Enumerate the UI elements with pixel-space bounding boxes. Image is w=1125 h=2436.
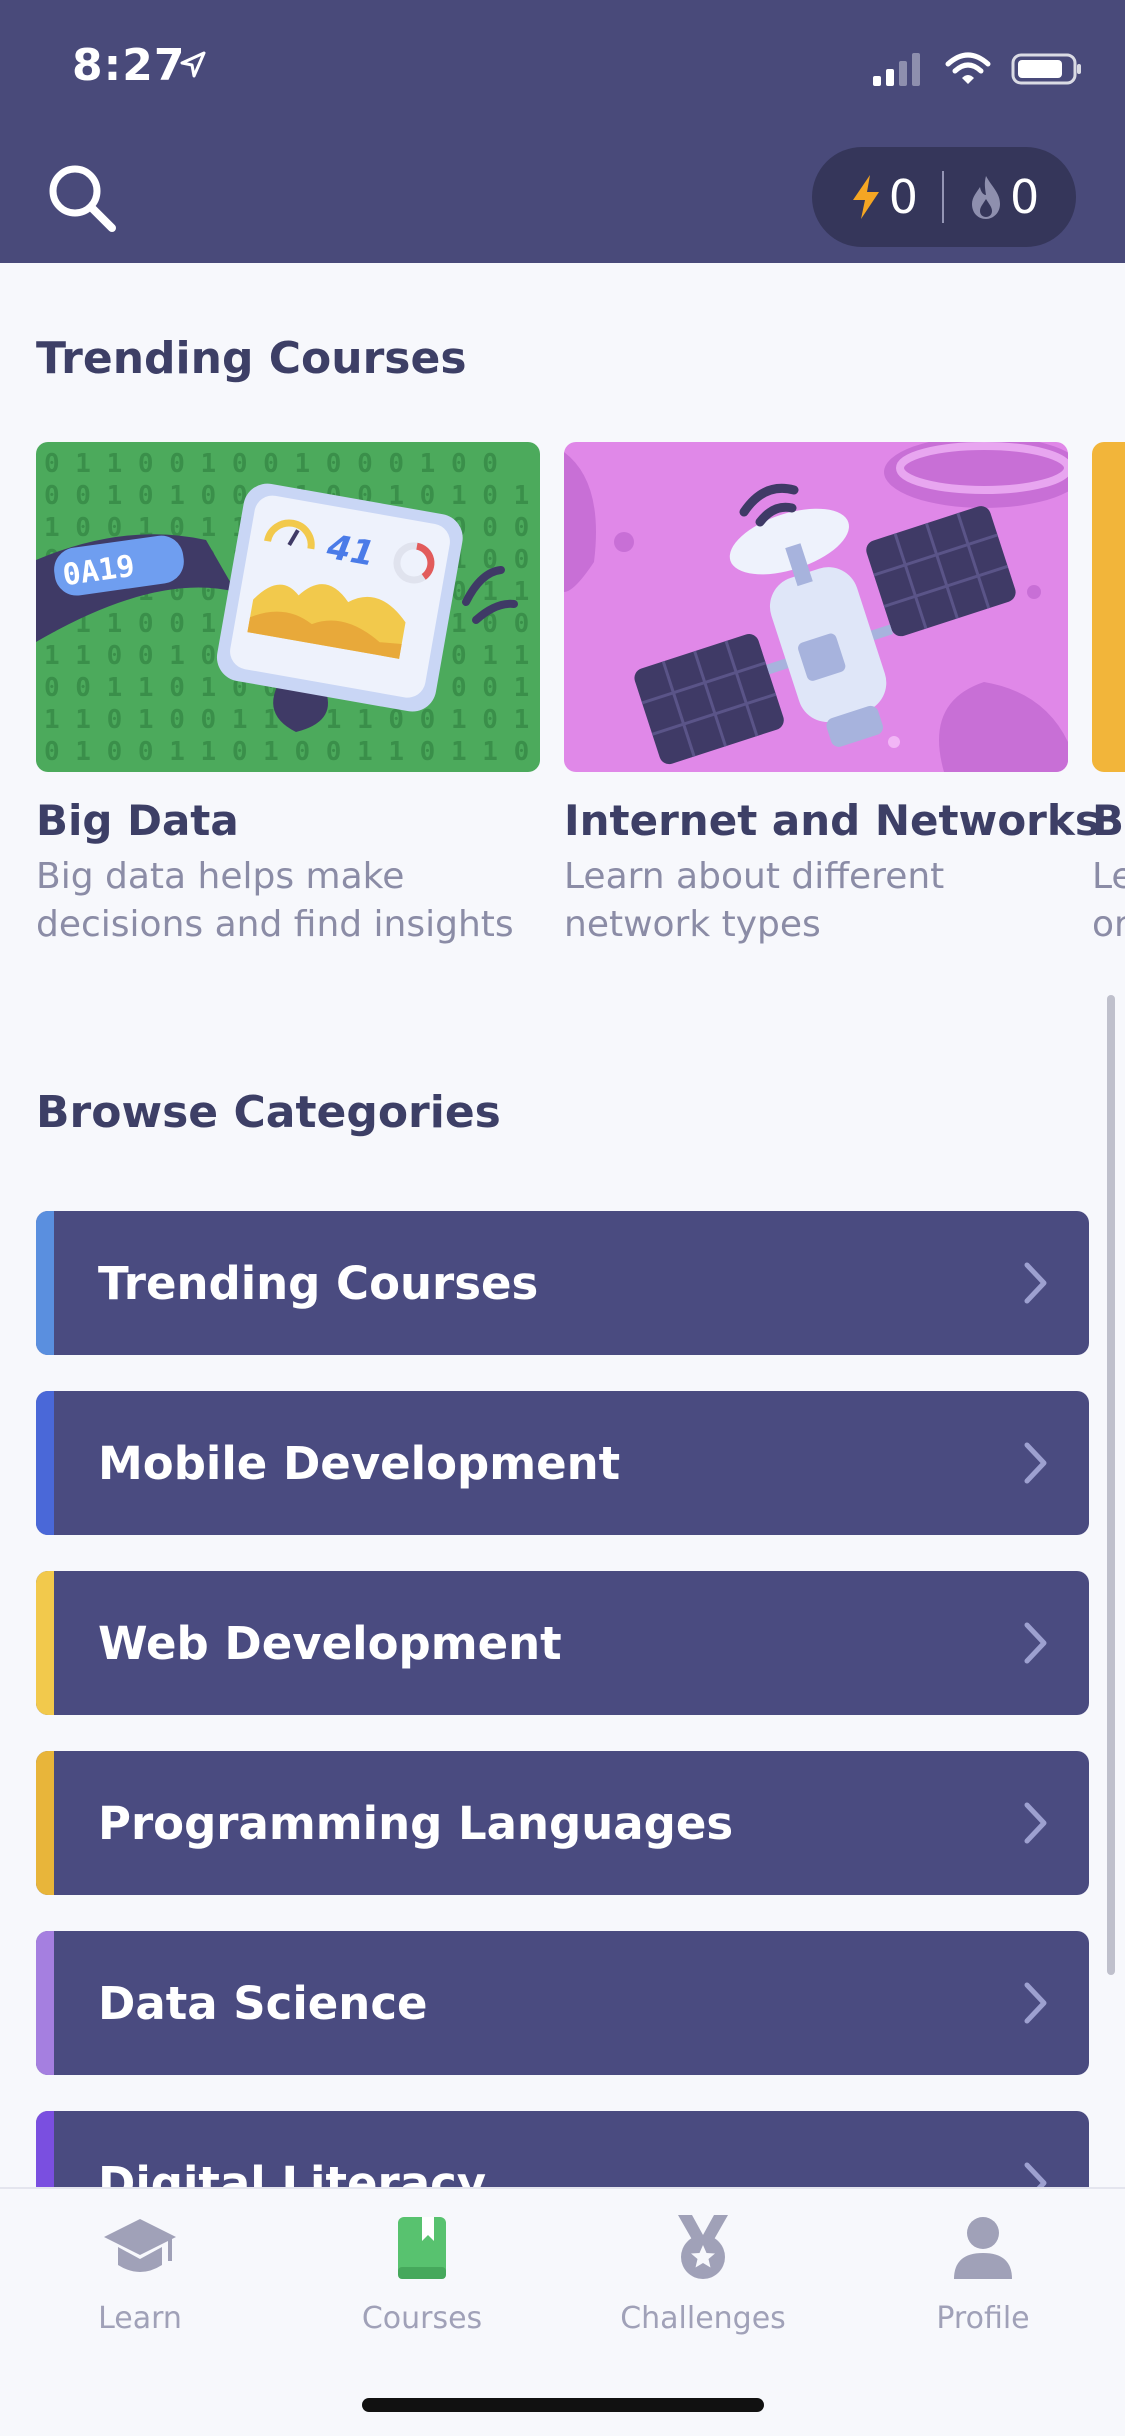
category-trending-courses[interactable]: Trending Courses <box>36 1211 1089 1355</box>
category-accent <box>36 1571 54 1715</box>
stats-divider <box>942 171 944 223</box>
chevron-right-icon <box>1024 1262 1047 1304</box>
lightning-icon <box>852 175 879 219</box>
chevron-right-icon <box>1024 1442 1047 1484</box>
course-title: Br <box>1092 796 1125 845</box>
streak-count: 0 <box>1010 170 1040 224</box>
scrollbar[interactable] <box>1107 995 1115 1975</box>
nav-label: Profile <box>936 2301 1030 2336</box>
browse-section-title: Browse Categories <box>36 1087 501 1138</box>
category-programming-languages[interactable]: Programming Languages <box>36 1751 1089 1895</box>
trending-section-title: Trending Courses <box>36 333 467 384</box>
svg-text:0 1 0 0 1 1 0 1 0 0 1 1 0 1 1: 0 1 0 0 1 1 0 1 0 0 1 1 0 1 1 0 1 <box>44 737 540 767</box>
app-header: 8:27 0 0 <box>0 0 1125 263</box>
medal-icon <box>678 2215 728 2279</box>
course-desc-line: decisions and find insights <box>36 904 514 945</box>
graduation-cap-icon <box>104 2219 176 2272</box>
course-desc-line: or <box>1092 904 1125 945</box>
course-illustration <box>1092 442 1125 772</box>
chevron-right-icon <box>1024 1622 1047 1664</box>
chevron-right-icon <box>1024 1982 1047 2024</box>
nav-learn[interactable]: Learn <box>30 2213 250 2336</box>
status-time: 8:27 <box>72 40 186 91</box>
course-card-internet-networks[interactable]: Internet and Networks Learn about differ… <box>564 442 1100 949</box>
category-label: Mobile Development <box>98 1436 621 1490</box>
course-description: Big data helps make decisions and find i… <box>36 853 540 949</box>
stats-pill[interactable]: 0 0 <box>812 147 1076 247</box>
search-icon[interactable] <box>44 160 120 236</box>
cellular-signal-icon <box>873 53 920 86</box>
location-arrow-icon <box>180 51 206 78</box>
satellite-illustration <box>564 442 1068 772</box>
course-card-big-data[interactable]: 0 1 1 0 0 1 0 0 1 0 0 0 1 0 0 0 0 1 0 1 … <box>36 442 540 949</box>
wifi-icon <box>945 52 991 84</box>
course-desc-line: Big data helps make <box>36 856 405 897</box>
svg-text:0 1 1 0 0 1 0 0 1 0 0 0 1: 0 1 1 0 0 1 0 0 1 0 0 0 1 0 0 <box>44 449 498 479</box>
nav-profile[interactable]: Profile <box>873 2213 1093 2336</box>
course-card-partial[interactable]: Br Le or <box>1092 442 1125 949</box>
energy-count: 0 <box>888 170 918 224</box>
category-accent <box>36 1931 54 2075</box>
energy-stat: 0 <box>849 170 918 224</box>
category-label: Trending Courses <box>98 1256 539 1310</box>
status-icons <box>871 52 1083 86</box>
nav-label: Courses <box>361 2301 483 2336</box>
category-label: Web Development <box>98 1616 562 1670</box>
nav-label: Challenges <box>620 2301 786 2336</box>
category-accent <box>36 1751 54 1895</box>
category-accent <box>36 1211 54 1355</box>
course-title: Big Data <box>36 796 239 845</box>
category-web-development[interactable]: Web Development <box>36 1571 1089 1715</box>
nav-label: Learn <box>98 2301 182 2336</box>
course-description: Learn about different network types <box>564 853 1068 949</box>
course-desc-line: Learn about different <box>564 856 945 897</box>
course-title: Internet and Networks <box>564 796 1100 845</box>
book-icon <box>398 2217 446 2279</box>
chevron-right-icon <box>1024 1802 1047 1844</box>
course-desc-line: network types <box>564 904 821 945</box>
nav-challenges[interactable]: Challenges <box>593 2213 813 2336</box>
flame-icon <box>972 176 1000 219</box>
person-icon <box>954 2217 1012 2279</box>
home-indicator <box>362 2398 764 2412</box>
category-mobile-development[interactable]: Mobile Development <box>36 1391 1089 1535</box>
streak-stat: 0 <box>968 170 1039 224</box>
svg-text:41: 41 <box>323 527 378 575</box>
battery-icon <box>1011 53 1081 85</box>
course-desc-line: Le <box>1092 856 1125 897</box>
category-data-science[interactable]: Data Science <box>36 1931 1089 2075</box>
category-label: Programming Languages <box>98 1796 734 1850</box>
big-data-illustration: 0 1 1 0 0 1 0 0 1 0 0 0 1 0 0 0 0 1 0 1 … <box>36 442 540 772</box>
category-accent <box>36 1391 54 1535</box>
category-label: Data Science <box>98 1976 428 2030</box>
course-description: Le or <box>1092 853 1125 949</box>
nav-courses[interactable]: Courses <box>312 2213 532 2336</box>
